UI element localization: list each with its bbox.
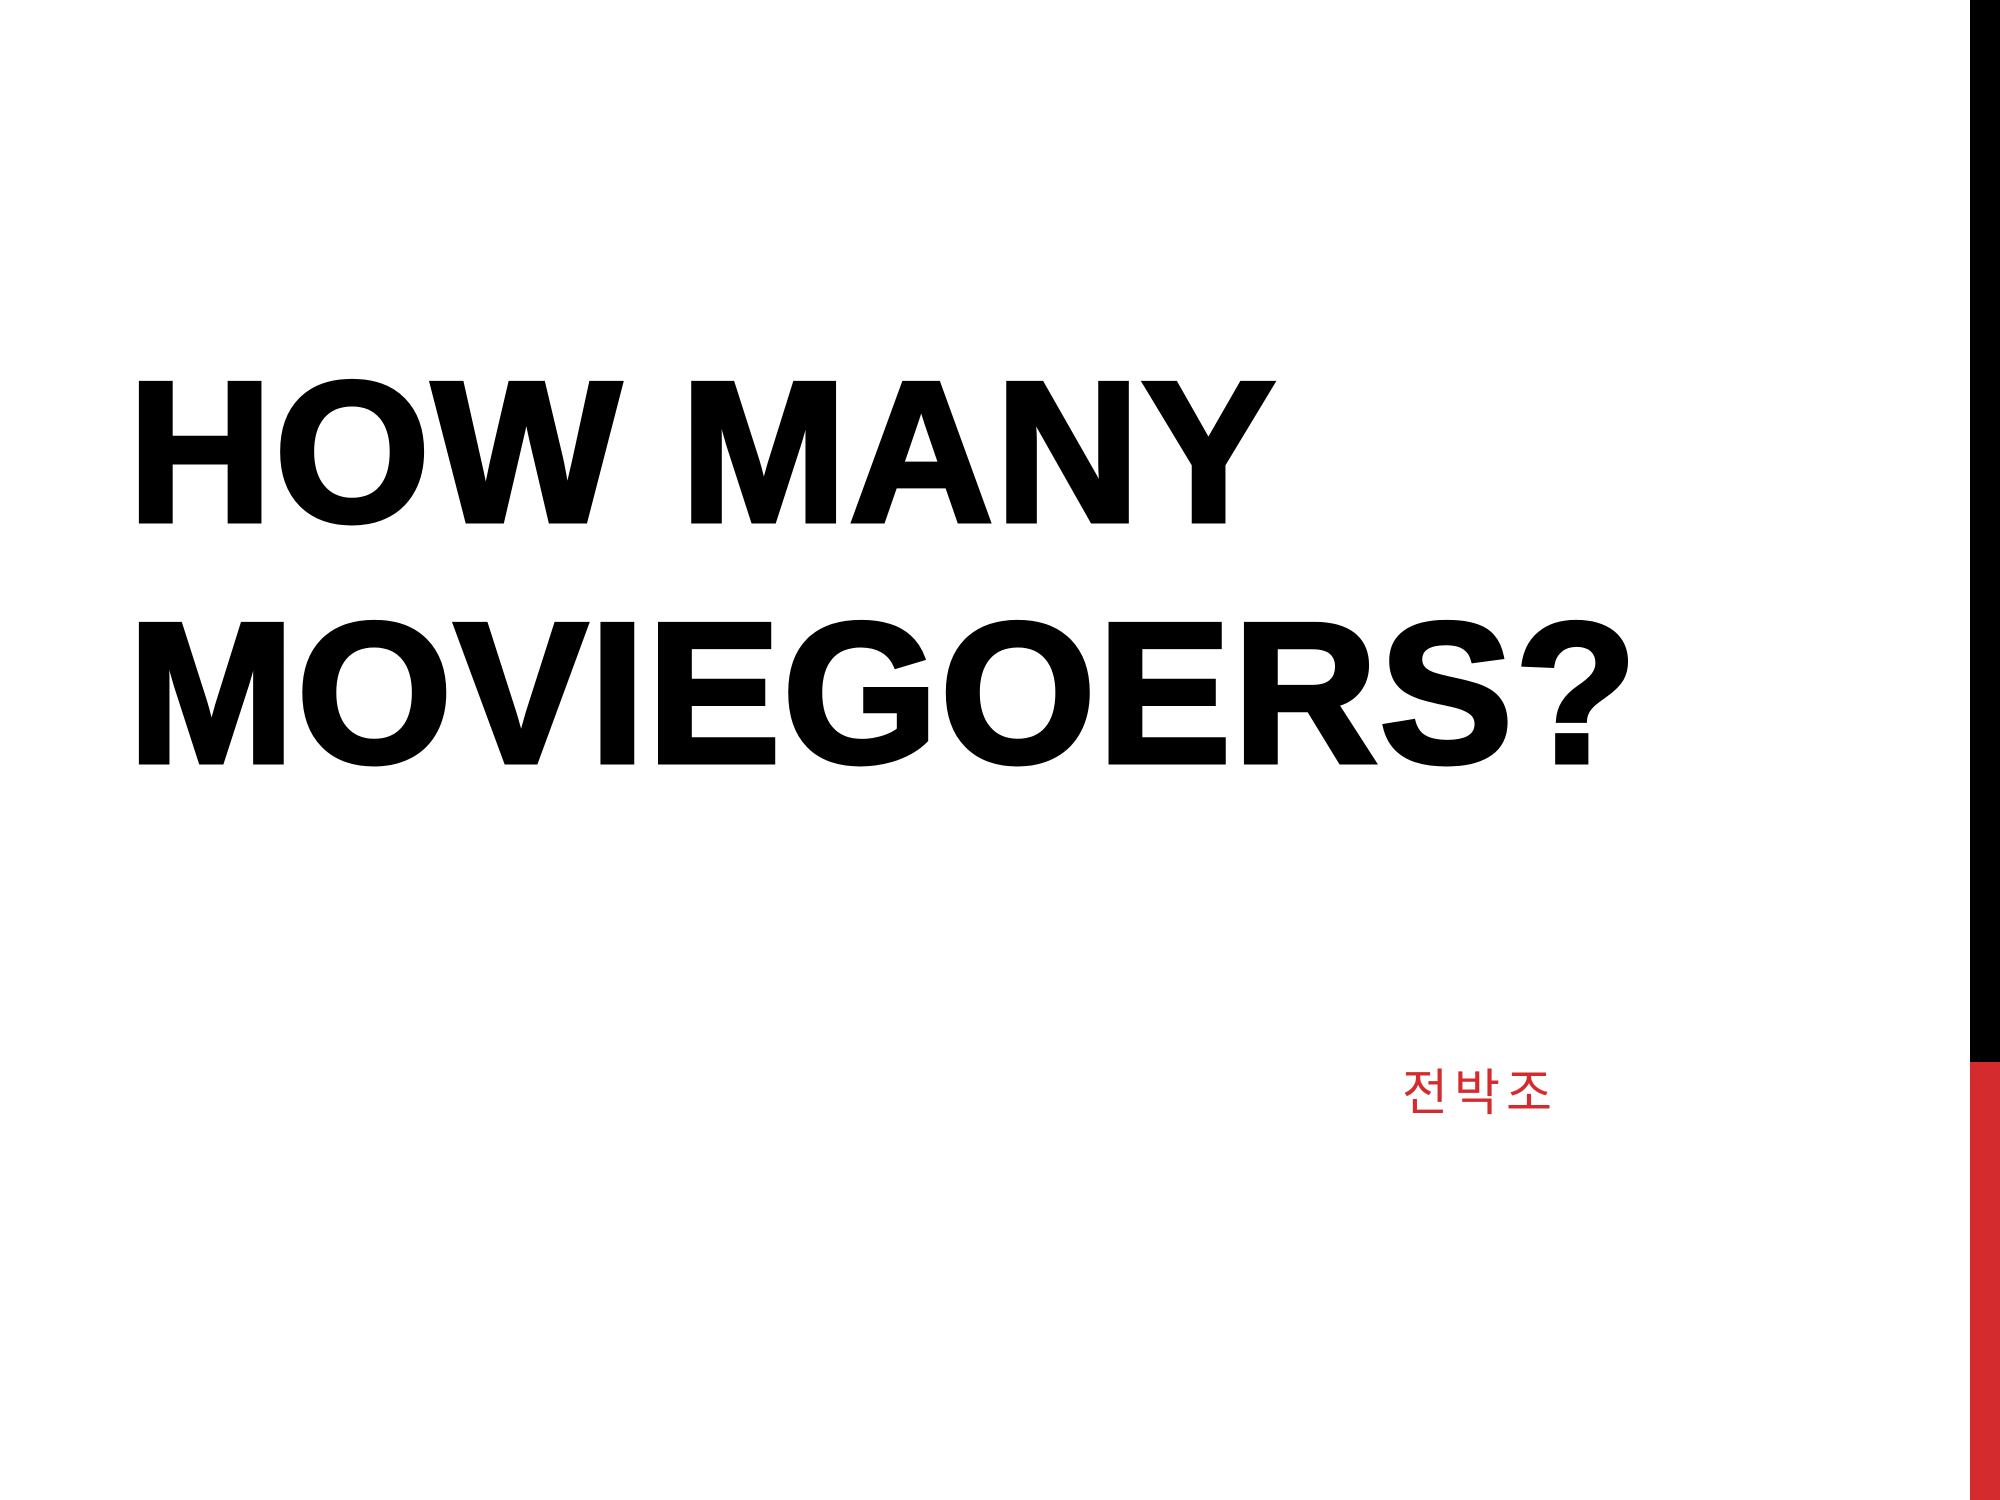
title-line-1: HOW MANY xyxy=(126,339,1278,567)
slide: HOW MANY MOVIEGOERS? 전박조 xyxy=(0,0,2000,1500)
title-line-2: MOVIEGOERS? xyxy=(126,580,1640,808)
slide-title: HOW MANY MOVIEGOERS? xyxy=(126,332,1928,814)
side-bar-red-accent xyxy=(1970,1062,2000,1500)
slide-subtitle: 전박조 xyxy=(1402,1064,1558,1122)
side-bar-black xyxy=(1970,0,2000,1062)
